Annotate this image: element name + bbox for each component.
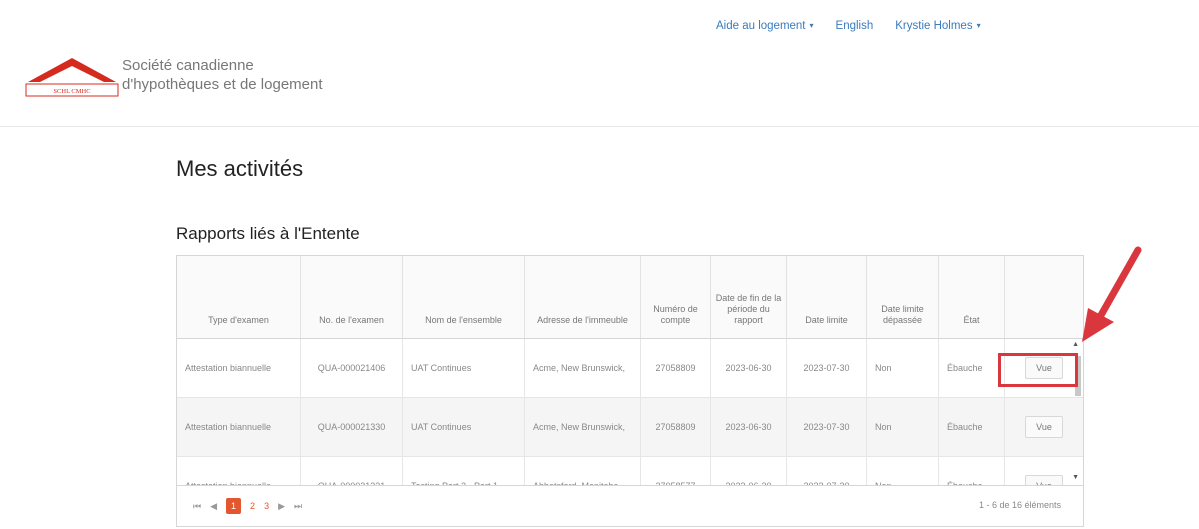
cell-overdue: Non xyxy=(867,398,939,456)
column-header[interactable]: Type d'examen xyxy=(177,256,301,338)
view-button[interactable]: Vue xyxy=(1025,475,1063,485)
column-header[interactable]: Nom de l'ensemble xyxy=(403,256,525,338)
page-title: Mes activités xyxy=(176,156,304,181)
cmhc-logo-icon: SCHL CMHC xyxy=(25,58,119,97)
column-header[interactable]: Date de fin de la période du rapport xyxy=(711,256,787,338)
brand-line-2: d'hypothèques et de logement xyxy=(122,76,323,93)
cell-due-date: 2023-07-30 xyxy=(787,398,867,456)
user-name: Krystie Holmes xyxy=(895,20,973,32)
reports-grid: Type d'examen No. de l'examen Nom de l'e… xyxy=(176,255,1084,527)
page-2-button[interactable]: 2 xyxy=(250,501,255,511)
column-header xyxy=(1005,256,1083,338)
next-page-icon[interactable]: ▶ xyxy=(278,501,285,512)
cell-period-end: 2023-06-30 xyxy=(711,339,787,397)
top-navigation: Aide au logement ▾ English Krystie Holmes… xyxy=(716,20,1003,32)
grid-header: Type d'examen No. de l'examen Nom de l'e… xyxy=(177,256,1083,339)
housing-help-label: Aide au logement xyxy=(716,20,806,32)
pagination: ⏮ ◀ 1 2 3 ▶ ⏭ 1 - 6 de 16 éléments xyxy=(177,485,1083,526)
cell-name: UAT Continues xyxy=(403,398,525,456)
cell-status: Ébauche xyxy=(939,398,1005,456)
cell-account: 27058809 xyxy=(641,339,711,397)
cell-name: Testing Part 2 - Part 1 xyxy=(403,457,525,485)
scroll-down-icon[interactable]: ▼ xyxy=(1072,474,1079,481)
cell-action: Vue xyxy=(1005,398,1083,456)
last-page-icon[interactable]: ⏭ xyxy=(294,501,302,512)
logo-text: SCHL CMHC xyxy=(53,88,90,95)
cell-overdue: Non xyxy=(867,339,939,397)
cell-number: QUA-000021406 xyxy=(301,339,403,397)
cell-account: 27058577 xyxy=(641,457,711,485)
grid-body[interactable]: Attestation biannuelle QUA-000021406 UAT… xyxy=(177,339,1083,485)
column-header[interactable]: Numéro de compte xyxy=(641,256,711,338)
cell-status: Ébauche xyxy=(939,457,1005,485)
brand[interactable]: SCHL CMHC Société canadienne d'hypothèqu… xyxy=(24,52,384,112)
cell-account: 27058809 xyxy=(641,398,711,456)
column-header[interactable]: No. de l'examen xyxy=(301,256,403,338)
cell-period-end: 2023-06-30 xyxy=(711,457,787,485)
cell-type: Attestation biannuelle xyxy=(177,457,301,485)
caret-down-icon: ▾ xyxy=(976,21,981,31)
cell-type: Attestation biannuelle xyxy=(177,398,301,456)
cell-period-end: 2023-06-30 xyxy=(711,398,787,456)
table-row[interactable]: Attestation biannuelle QUA-000021330 UAT… xyxy=(177,398,1083,457)
cell-name: UAT Continues xyxy=(403,339,525,397)
cell-address: Abbotsford, Manitoba xyxy=(525,457,641,485)
housing-help-menu[interactable]: Aide au logement ▾ xyxy=(716,20,814,32)
annotation-arrow-icon xyxy=(1082,246,1142,342)
scroll-up-icon[interactable]: ▲ xyxy=(1072,341,1079,348)
first-page-icon[interactable]: ⏮ xyxy=(193,501,201,512)
header-divider xyxy=(0,126,1199,127)
cell-due-date: 2023-07-30 xyxy=(787,339,867,397)
highlight-box xyxy=(998,353,1078,387)
cell-number: QUA-000021330 xyxy=(301,398,403,456)
cell-overdue: Non xyxy=(867,457,939,485)
brand-name: Société canadienne d'hypothèques et de l… xyxy=(122,56,323,94)
caret-down-icon: ▾ xyxy=(809,21,814,31)
cell-type: Attestation biannuelle xyxy=(177,339,301,397)
column-header[interactable]: État xyxy=(939,256,1005,338)
column-header[interactable]: Adresse de l'immeuble xyxy=(525,256,641,338)
table-row[interactable]: Attestation biannuelle QUA-000021406 UAT… xyxy=(177,339,1083,398)
pager-info: 1 - 6 de 16 éléments xyxy=(978,500,1061,510)
page-1-button[interactable]: 1 xyxy=(226,498,242,514)
brand-line-1: Société canadienne xyxy=(122,57,254,74)
previous-page-icon[interactable]: ◀ xyxy=(210,501,217,512)
table-row[interactable]: Attestation biannuelle QUA-000021331 Tes… xyxy=(177,457,1083,485)
column-header[interactable]: Date limite xyxy=(787,256,867,338)
user-menu[interactable]: Krystie Holmes ▾ xyxy=(895,20,980,32)
cell-address: Acme, New Brunswick, xyxy=(525,339,641,397)
cell-status: Ébauche xyxy=(939,339,1005,397)
section-title: Rapports liés à l'Entente xyxy=(176,224,360,243)
view-button[interactable]: Vue xyxy=(1025,416,1063,438)
cell-address: Acme, New Brunswick, xyxy=(525,398,641,456)
page-3-button[interactable]: 3 xyxy=(264,501,269,511)
cell-due-date: 2023-07-30 xyxy=(787,457,867,485)
language-toggle[interactable]: English xyxy=(836,20,874,32)
cell-number: QUA-000021331 xyxy=(301,457,403,485)
column-header[interactable]: Date limite dépassée xyxy=(867,256,939,338)
